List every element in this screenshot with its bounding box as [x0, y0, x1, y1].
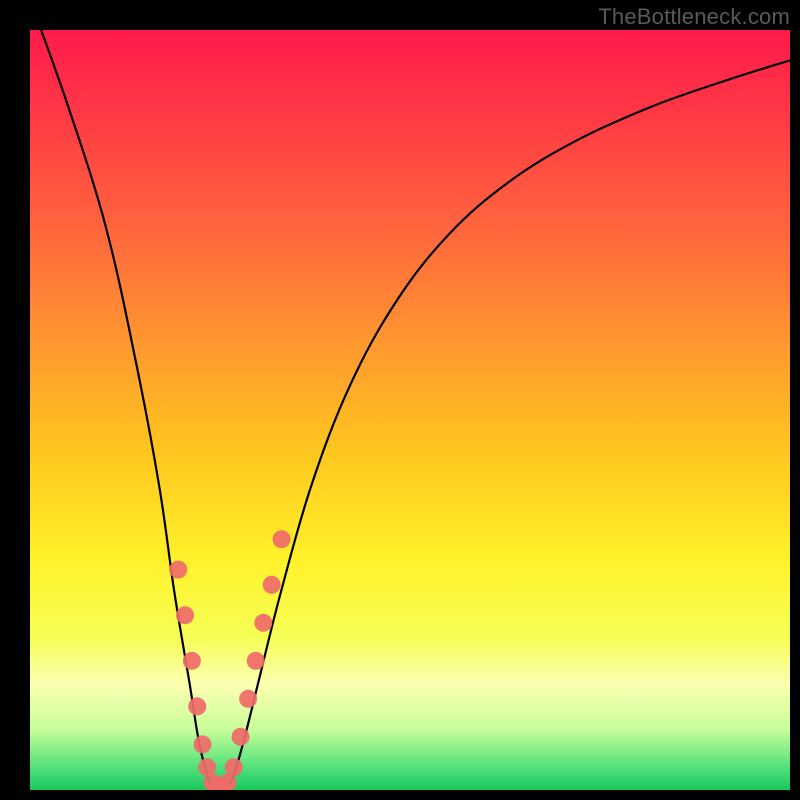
highlight-point: [232, 728, 250, 746]
highlight-point: [225, 758, 243, 776]
highlight-point: [273, 530, 291, 548]
highlight-point: [254, 614, 272, 632]
highlight-point: [239, 690, 257, 708]
highlight-point: [263, 576, 281, 594]
highlight-points: [169, 530, 290, 790]
highlight-point: [169, 561, 187, 579]
highlight-point: [183, 652, 201, 670]
plot-area: [30, 30, 790, 790]
watermark-text: TheBottleneck.com: [598, 4, 790, 30]
highlight-point: [247, 652, 265, 670]
chart-svg: [30, 30, 790, 790]
chart-frame: TheBottleneck.com: [0, 0, 800, 800]
highlight-point: [188, 697, 206, 715]
bottleneck-curve: [30, 30, 790, 790]
highlight-point: [176, 606, 194, 624]
highlight-point: [194, 735, 212, 753]
